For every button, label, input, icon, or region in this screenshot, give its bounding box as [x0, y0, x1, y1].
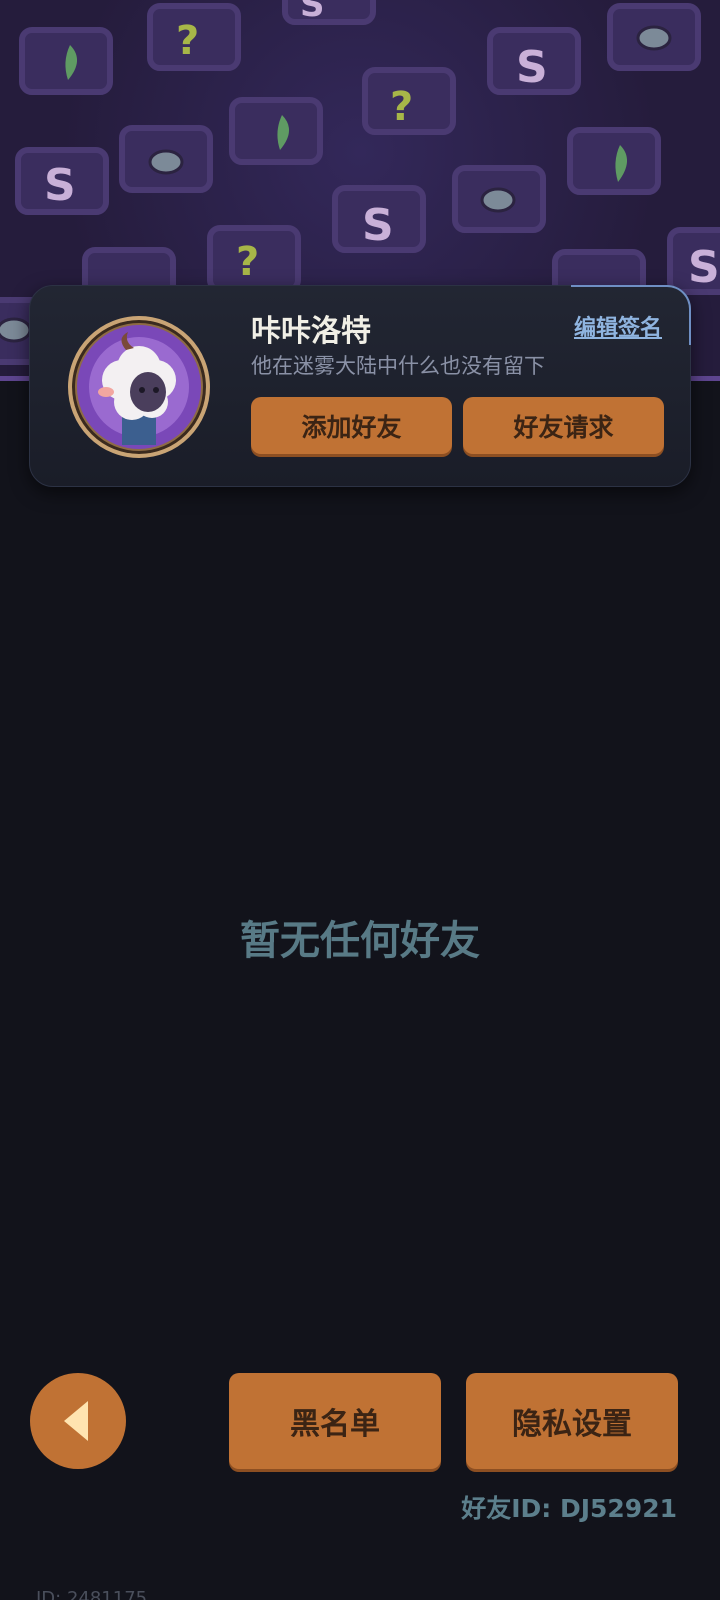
friend-id: 好友ID: DJ52921 — [461, 1494, 677, 1523]
svg-text:S: S — [362, 200, 394, 251]
s-chest-icon: S — [15, 147, 109, 215]
svg-text:?: ? — [176, 18, 199, 64]
s-chest-icon: S — [282, 0, 376, 25]
svg-text:S: S — [688, 242, 720, 293]
svg-text:S: S — [516, 42, 548, 93]
question-chest-icon: ? — [147, 3, 241, 71]
avatar[interactable] — [68, 316, 210, 458]
blacklist-button[interactable]: 黑名单 — [229, 1373, 441, 1469]
friends-screen: S S S S S ? ? ? 咔咔洛特 编辑签名 他在迷雾大陆中什么也没有留下… — [0, 0, 720, 1600]
friend-requests-button[interactable]: 好友请求 — [463, 397, 664, 454]
leaf-chest-icon — [229, 97, 323, 165]
leaf-chest-icon — [567, 127, 661, 195]
svg-text:?: ? — [236, 239, 259, 285]
blacklist-label: 黑名单 — [290, 1407, 380, 1442]
add-friend-label: 添加好友 — [301, 412, 402, 442]
eye-chest-icon — [452, 165, 546, 233]
s-chest-icon: S — [667, 227, 720, 295]
empty-friends-message: 暂无任何好友 — [240, 918, 480, 964]
s-chest-icon: S — [332, 185, 426, 253]
svg-text:?: ? — [390, 84, 413, 130]
add-friend-button[interactable]: 添加好友 — [251, 397, 452, 454]
friend-requests-label: 好友请求 — [513, 412, 614, 442]
svg-text:S: S — [300, 0, 325, 25]
back-button[interactable] — [30, 1373, 126, 1469]
privacy-settings-label: 隐私设置 — [512, 1407, 632, 1442]
svg-text:S: S — [44, 160, 76, 211]
privacy-settings-button[interactable]: 隐私设置 — [466, 1373, 678, 1469]
eye-chest-icon — [607, 3, 701, 71]
eye-chest-icon — [119, 125, 213, 193]
sheep-avatar-icon — [77, 325, 201, 449]
leaf-chest-icon — [19, 27, 113, 95]
profile-card: 咔咔洛特 编辑签名 他在迷雾大陆中什么也没有留下 添加好友 好友请求 — [29, 285, 691, 487]
signature-text: 他在迷雾大陆中什么也没有留下 — [251, 354, 545, 378]
question-chest-icon: ? — [362, 67, 456, 135]
edit-signature-link[interactable]: 编辑签名 — [574, 310, 662, 342]
back-arrow-icon — [64, 1401, 88, 1441]
nickname: 咔咔洛特 — [251, 314, 371, 349]
s-chest-icon: S — [487, 27, 581, 95]
question-chest-icon: ? — [207, 225, 301, 293]
user-id: ID: 2481175 — [36, 1588, 148, 1600]
